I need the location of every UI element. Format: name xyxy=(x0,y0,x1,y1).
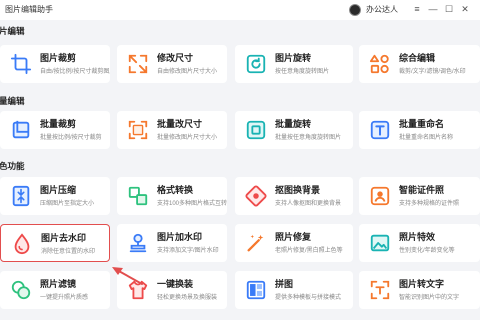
rename-icon xyxy=(369,119,391,141)
card-name: 批量改尺寸 xyxy=(157,119,203,129)
card-name: 抠图换背景 xyxy=(275,185,321,195)
card-comprehensive-edit[interactable]: 综合编辑 裁剪/文字/滤镜/调色/水印 xyxy=(359,45,480,83)
maximize-button[interactable]: ☐ xyxy=(442,2,456,16)
card-name: 综合编辑 xyxy=(399,53,436,63)
card-name: 图片去水印 xyxy=(41,233,87,243)
card-desc: 批量按任意角度旋转图片 xyxy=(275,135,342,141)
app-title: 图片编辑助手 xyxy=(5,5,53,14)
card-name: 照片修复 xyxy=(275,232,312,242)
card-cutout-background[interactable]: 抠图换背景 支持人像抠图和更换背景 xyxy=(235,177,353,215)
card-collage[interactable]: 拼图 提供多种模板与拼接模式 xyxy=(235,271,353,309)
card-name: 智能证件照 xyxy=(399,185,445,195)
section-title-batch-edit: 量编辑 xyxy=(0,96,25,106)
card-name: 格式转换 xyxy=(157,185,194,195)
card-resize[interactable]: 修改尺寸 自由修改图片尺寸大小 xyxy=(117,45,227,83)
card-photo-restore[interactable]: 照片修复 老照片修复/黑白照上色等 xyxy=(235,224,353,262)
card-batch-rename[interactable]: 批量重命名 批量重命名图片名称 xyxy=(359,111,480,149)
rotate-icon xyxy=(245,53,267,75)
collage-icon xyxy=(245,279,267,301)
cutout-icon xyxy=(245,185,267,207)
card-name: 批量裁剪 xyxy=(40,119,77,129)
card-desc: 裁剪/文字/滤镜/调色/水印 xyxy=(399,69,466,75)
card-name: 修改尺寸 xyxy=(157,53,194,63)
card-desc: 支持添加文字/图片水印 xyxy=(157,248,219,254)
id-photo-icon xyxy=(369,185,391,207)
section-title-featured: 色功能 xyxy=(0,161,25,171)
card-add-watermark[interactable]: 图片加水印 支持添加文字/图片水印 xyxy=(117,224,227,262)
photo-effect-icon xyxy=(369,232,391,254)
card-desc: 自由/按比例/按尺寸裁剪图片 xyxy=(40,69,110,75)
close-button[interactable]: ✕ xyxy=(458,2,472,16)
ocr-icon xyxy=(369,279,391,301)
card-photo-effect[interactable]: 照片特效 性别变化/年龄变化等 xyxy=(359,224,480,262)
batch-rotate-icon xyxy=(245,119,267,141)
card-desc: 支持100多种图片格式互转 xyxy=(157,201,227,207)
card-desc: 支持人像抠图和更换背景 xyxy=(275,201,342,207)
add-watermark-icon xyxy=(127,232,149,254)
card-desc: 支持多种规格的证件照 xyxy=(399,201,460,207)
menu-button[interactable]: ≡ xyxy=(410,2,424,16)
minimize-button[interactable]: — xyxy=(426,2,440,16)
card-name: 图片旋转 xyxy=(275,53,312,63)
card-desc: 自由修改图片尺寸大小 xyxy=(157,69,218,75)
title-bar: 图片编辑助手 办公达人 ≡ — ☐ ✕ xyxy=(0,0,480,20)
card-desc: 按任意角度旋转图片 xyxy=(275,69,330,75)
card-desc: 批量重命名图片名称 xyxy=(399,135,454,141)
card-name: 拼图 xyxy=(275,279,294,289)
card-name: 图片裁剪 xyxy=(40,53,77,63)
resize-icon xyxy=(127,53,149,75)
card-image-crop[interactable]: 图片裁剪 自由/按比例/按尺寸裁剪图片 xyxy=(0,45,110,83)
card-image-to-text[interactable]: 图片转文字 智能识别图片中的文字 xyxy=(359,271,480,309)
card-format-convert[interactable]: 格式转换 支持100多种图片格式互转 xyxy=(117,177,227,215)
convert-icon xyxy=(127,185,149,207)
card-name: 照片特效 xyxy=(399,232,436,242)
card-batch-resize[interactable]: 批量改尺寸 批量修改图片尺寸大小 xyxy=(117,111,227,149)
card-compress[interactable]: 图片压缩 压缩图片至指定大小 xyxy=(0,177,110,215)
card-batch-crop[interactable]: 批量裁剪 批量按比例/按尺寸裁剪 xyxy=(0,111,110,149)
user-avatar[interactable] xyxy=(349,4,361,16)
card-name: 一键换装 xyxy=(157,279,194,289)
red-arrow-annotation xyxy=(112,267,143,285)
card-name: 图片加水印 xyxy=(157,232,203,242)
card-name: 图片压缩 xyxy=(40,185,77,195)
batch-resize-icon xyxy=(127,119,149,141)
crop-icon xyxy=(10,53,32,75)
card-desc: 消除任意位置的水印 xyxy=(41,249,96,255)
card-remove-watermark[interactable]: 图片去水印 消除任意位置的水印 xyxy=(0,224,110,262)
card-desc: 轻松更换场景及换服装 xyxy=(157,295,218,301)
card-name: 图片转文字 xyxy=(399,279,445,289)
username[interactable]: 办公达人 xyxy=(366,4,398,15)
card-desc: 批量按比例/按尺寸裁剪 xyxy=(40,135,102,141)
section-title-image-edit: 片编辑 xyxy=(0,26,25,36)
card-name: 批量旋转 xyxy=(275,119,312,129)
card-rotate[interactable]: 图片旋转 按任意角度旋转图片 xyxy=(235,45,353,83)
card-name: 照片滤镜 xyxy=(40,279,77,289)
shapes-icon xyxy=(369,53,391,75)
remove-watermark-icon xyxy=(11,233,33,255)
card-desc: 批量修改图片尺寸大小 xyxy=(157,135,218,141)
card-id-photo[interactable]: 智能证件照 支持多种规格的证件照 xyxy=(359,177,480,215)
card-desc: 性别变化/年龄变化等 xyxy=(399,248,455,254)
card-desc: 智能识别图片中的文字 xyxy=(399,295,460,301)
compress-icon xyxy=(10,185,32,207)
card-batch-rotate[interactable]: 批量旋转 批量按任意角度旋转图片 xyxy=(235,111,353,149)
filter-icon xyxy=(10,279,32,301)
card-desc: 提供多种模板与拼接模式 xyxy=(275,295,342,301)
batch-crop-icon xyxy=(10,119,32,141)
card-desc: 老照片修复/黑白照上色等 xyxy=(275,248,343,254)
card-desc: 压缩图片至指定大小 xyxy=(40,201,95,207)
card-photo-filter[interactable]: 照片滤镜 一键提升照片质感 xyxy=(0,271,110,309)
card-name: 批量重命名 xyxy=(399,119,445,129)
magic-wand-icon xyxy=(245,232,267,254)
card-desc: 一键提升照片质感 xyxy=(40,295,89,301)
